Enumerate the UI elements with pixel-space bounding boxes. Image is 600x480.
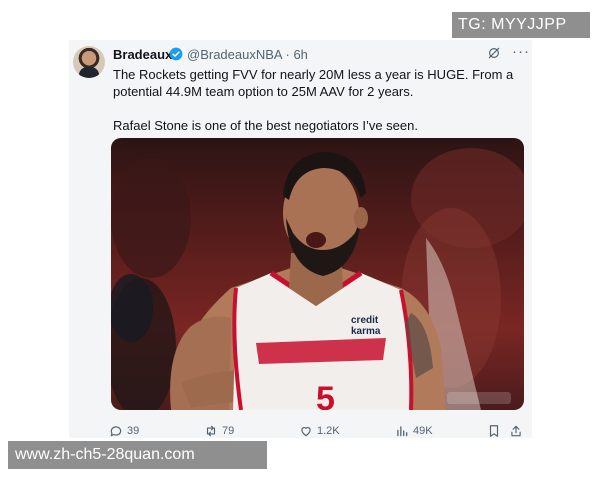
time-separator: · bbox=[285, 47, 290, 62]
grok-icon[interactable] bbox=[487, 46, 501, 60]
post-time[interactable]: 6h bbox=[293, 47, 307, 62]
repost-button[interactable]: 79 bbox=[204, 424, 234, 438]
bookmark-icon bbox=[489, 425, 499, 437]
author-handle-and-time[interactable]: @BradeauxNBA · 6h bbox=[187, 47, 308, 62]
jersey-sponsor-line1: credit bbox=[351, 315, 379, 326]
jersey-number: 5 bbox=[316, 380, 335, 410]
url-watermark: www.zh-ch5-28quan.com bbox=[8, 441, 267, 469]
like-icon bbox=[301, 427, 311, 437]
author-name[interactable]: Bradeaux bbox=[113, 47, 172, 62]
tweet-text-paragraph-1: The Rockets getting FVV for nearly 20M l… bbox=[113, 67, 514, 99]
author-handle[interactable]: @BradeauxNBA bbox=[187, 47, 282, 62]
jersey-sponsor-line2: karma bbox=[351, 326, 381, 337]
avatar-suit bbox=[79, 67, 99, 78]
reply-button[interactable]: 39 bbox=[109, 424, 139, 438]
tweet-text-paragraph-2: Rafael Stone is one of the best negotiat… bbox=[113, 118, 418, 133]
bookmark-button[interactable] bbox=[487, 424, 501, 438]
player-illustration: credit karma 5 bbox=[111, 148, 524, 410]
tweet-photo[interactable]: credit karma 5 bbox=[111, 138, 524, 410]
views-count: 49K bbox=[413, 425, 433, 437]
repost-icon bbox=[206, 425, 216, 437]
tweet-header: Bradeaux @BradeauxNBA · 6h ··· bbox=[113, 43, 529, 64]
share-button[interactable] bbox=[509, 424, 523, 438]
reply-icon bbox=[110, 426, 122, 437]
tweet-actions: 39 79 1.2K 49K bbox=[109, 424, 529, 442]
views-button[interactable]: 49K bbox=[395, 424, 433, 438]
tweet-card[interactable]: Bradeaux @BradeauxNBA · 6h ··· The Rocke… bbox=[69, 40, 532, 438]
avatar[interactable] bbox=[73, 46, 105, 78]
like-count: 1.2K bbox=[317, 425, 340, 437]
repost-count: 79 bbox=[222, 425, 235, 437]
views-icon bbox=[397, 426, 408, 437]
share-icon bbox=[511, 425, 521, 437]
like-button[interactable]: 1.2K bbox=[299, 424, 340, 438]
more-options-button[interactable]: ··· bbox=[512, 43, 530, 60]
tweet-text: The Rockets getting FVV for nearly 20M l… bbox=[113, 66, 523, 134]
verified-badge-icon bbox=[169, 47, 183, 61]
tg-watermark: TG: MYYJJPP bbox=[452, 12, 590, 38]
reply-count: 39 bbox=[127, 425, 140, 437]
